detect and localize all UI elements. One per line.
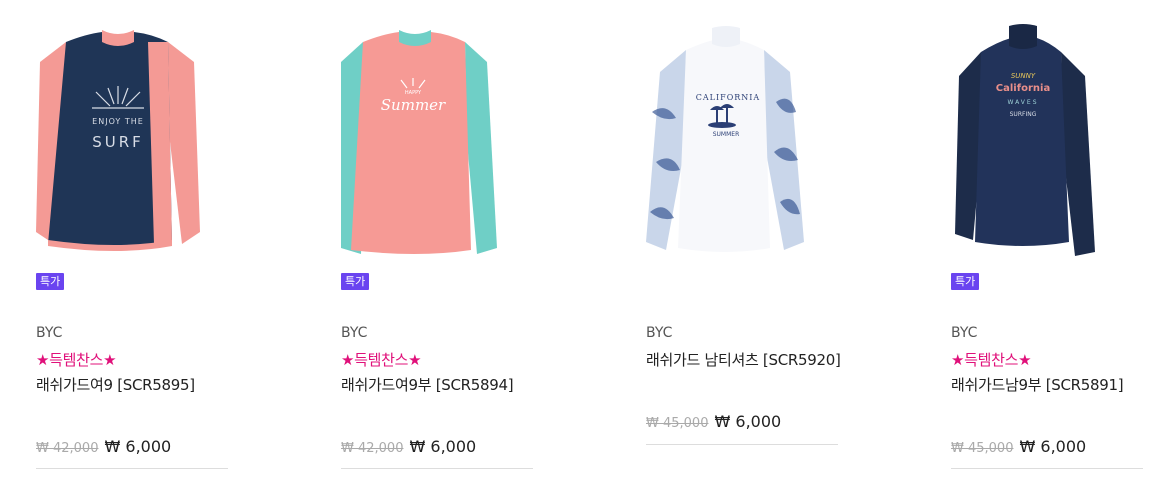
promo-label: ★득템찬스★ bbox=[951, 351, 1032, 369]
sale-price: ₩ 6,000 bbox=[104, 437, 172, 456]
graphic-text-1: CALIFORNIA bbox=[696, 93, 760, 102]
product-name[interactable]: 래쉬가드남9부 [SCR5891] bbox=[951, 374, 1124, 395]
sale-price: ₩ 6,000 bbox=[409, 437, 477, 456]
divider bbox=[36, 468, 228, 469]
graphic-text-1: ENJOY THE bbox=[92, 117, 144, 126]
product-name[interactable]: 래쉬가드여9부 [SCR5894] bbox=[341, 374, 514, 395]
divider bbox=[341, 468, 533, 469]
graphic-text-2: Summer bbox=[381, 96, 446, 114]
promo-label: ★득템찬스★ bbox=[341, 351, 422, 369]
brand-label: BYC bbox=[951, 325, 978, 341]
price-row: ₩ 42,000 ₩ 6,000 bbox=[341, 437, 476, 456]
sale-badge: 특가 bbox=[341, 273, 370, 290]
product-name[interactable]: 래쉬가드여9 [SCR5895] bbox=[36, 374, 195, 395]
graphic-text-3: WAVES bbox=[1007, 99, 1038, 106]
graphic-text-2: California bbox=[996, 83, 1050, 94]
graphic-text-2: SURF bbox=[92, 133, 144, 151]
graphic-text-2: SUMMER bbox=[713, 131, 740, 138]
divider bbox=[646, 444, 838, 445]
product-image[interactable]: HAPPY Summer bbox=[341, 22, 541, 267]
graphic-text-1: SUNNY bbox=[1011, 72, 1036, 80]
product-image[interactable]: CALIFORNIA SUMMER bbox=[646, 22, 846, 267]
sale-price: ₩ 6,000 bbox=[714, 412, 782, 431]
sale-badge: 특가 bbox=[36, 273, 65, 290]
original-price: ₩ 45,000 bbox=[646, 416, 709, 431]
original-price: ₩ 45,000 bbox=[951, 441, 1014, 456]
brand-label: BYC bbox=[36, 325, 63, 341]
original-price: ₩ 42,000 bbox=[36, 441, 99, 456]
sale-price: ₩ 6,000 bbox=[1019, 437, 1087, 456]
brand-label: BYC bbox=[646, 325, 673, 341]
promo-label: ★득템찬스★ bbox=[36, 351, 117, 369]
price-row: ₩ 45,000 ₩ 6,000 bbox=[646, 412, 781, 431]
divider bbox=[951, 468, 1143, 469]
product-name[interactable]: 래쉬가드 남티셔츠 [SCR5920] bbox=[646, 349, 841, 370]
price-row: ₩ 45,000 ₩ 6,000 bbox=[951, 437, 1086, 456]
product-image[interactable]: SUNNY California WAVES SURFING bbox=[951, 22, 1151, 267]
graphic-text-4: SURFING bbox=[1010, 111, 1037, 118]
brand-label: BYC bbox=[341, 325, 368, 341]
sale-badge: 특가 bbox=[951, 273, 980, 290]
product-image[interactable]: ENJOY THE SURF bbox=[36, 22, 236, 267]
original-price: ₩ 42,000 bbox=[341, 441, 404, 456]
price-row: ₩ 42,000 ₩ 6,000 bbox=[36, 437, 171, 456]
